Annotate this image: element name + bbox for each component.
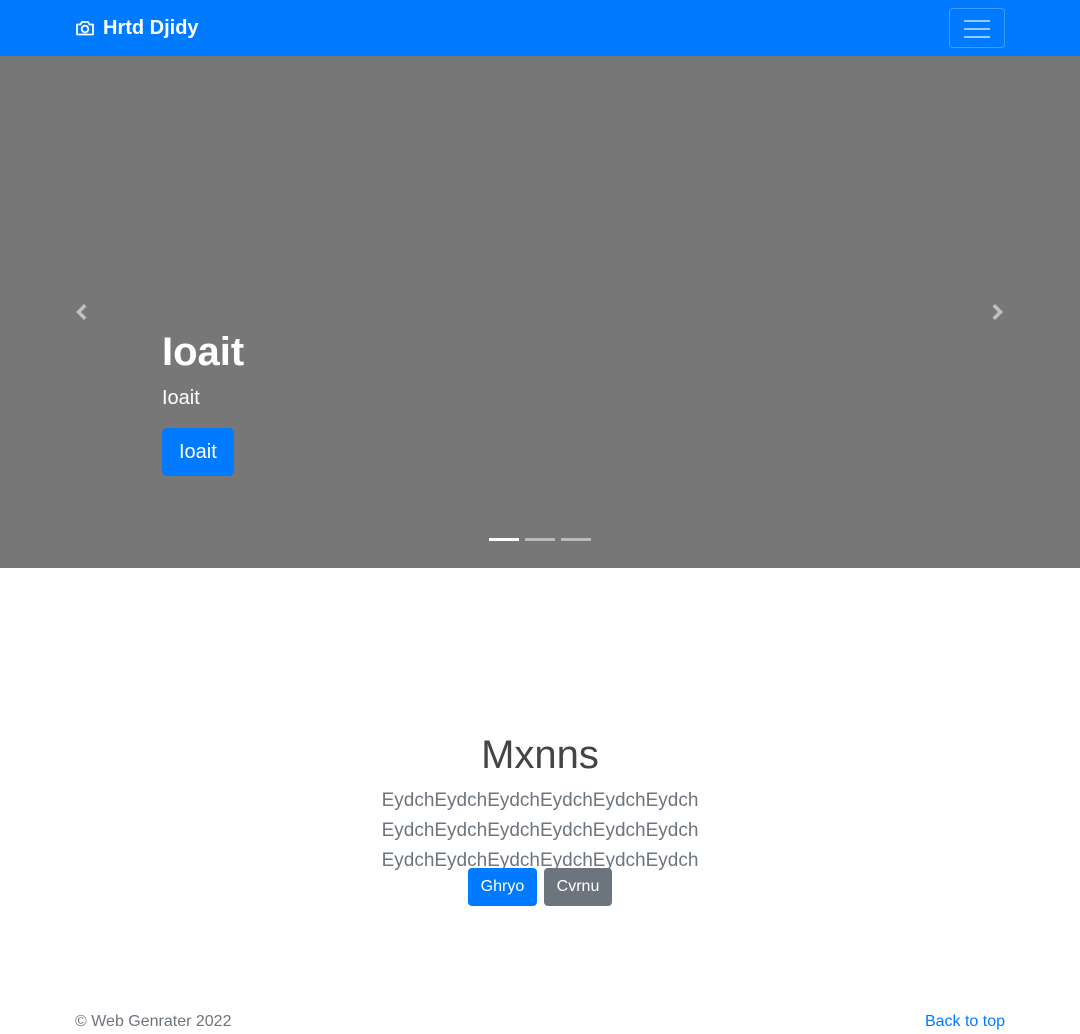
intro-section: Mxnns EydchEydchEydchEydchEydchEydch Eyd… (0, 568, 1080, 968)
carousel-cta-button[interactable]: Ioait (162, 428, 234, 476)
carousel-next-button[interactable] (918, 56, 1080, 568)
chevron-left-icon (71, 302, 91, 322)
carousel-caption: Ioait Ioait Ioait (162, 328, 244, 476)
hero-carousel: Ioait Ioait Ioait (0, 56, 1080, 568)
brand-link[interactable]: Hrtd Djidy (75, 16, 199, 40)
footer-copyright: © Web Genrater 2022 (75, 1013, 232, 1030)
section-title: Mxnns (481, 733, 599, 777)
navbar-toggler-button[interactable] (949, 8, 1005, 48)
secondary-button[interactable]: Cvrnu (543, 868, 613, 906)
section-lead: EydchEydchEydchEydchEydchEydch EydchEydc… (381, 790, 699, 871)
chevron-right-icon (988, 302, 1008, 322)
carousel-indicator-1[interactable] (489, 538, 519, 541)
navbar: Hrtd Djidy (0, 0, 1080, 56)
carousel-indicator-2[interactable] (525, 538, 555, 541)
brand-name: Hrtd Djidy (103, 17, 199, 39)
section-buttons: Ghryo Cvrnu (0, 868, 1080, 906)
carousel-heading: Ioait (162, 330, 245, 374)
carousel-prev-button[interactable] (0, 56, 162, 568)
camera-icon (75, 18, 95, 38)
carousel-indicator-3[interactable] (561, 538, 591, 541)
carousel-text: Ioait (162, 387, 200, 409)
hamburger-icon (964, 18, 990, 40)
primary-button[interactable]: Ghryo (467, 868, 538, 906)
carousel-indicators (489, 538, 597, 541)
back-to-top-link[interactable]: Back to top (925, 1012, 1005, 1032)
